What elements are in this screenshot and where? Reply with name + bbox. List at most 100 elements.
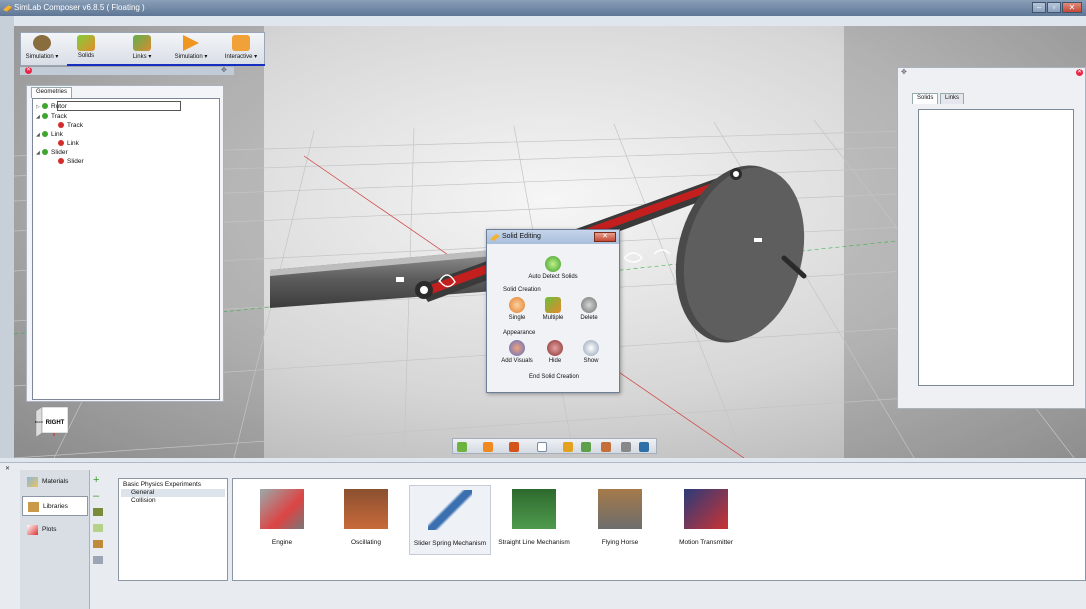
auto-detect-icon xyxy=(545,256,561,272)
solids-links-panel: ✥ ✕ Solids Links xyxy=(897,67,1086,409)
ribbon-interactive-button[interactable]: Interactive ▾ xyxy=(219,35,263,65)
tree-item-slider[interactable]: ◢ Slider xyxy=(36,148,68,157)
export-icon[interactable] xyxy=(93,524,103,532)
app-logo-icon xyxy=(3,5,12,12)
libraries-icon xyxy=(28,502,39,512)
ribbon-label: Solids xyxy=(77,53,95,59)
view-cube[interactable]: RIGHT BACK xyxy=(34,405,70,437)
pin-icon[interactable]: ✥ xyxy=(221,67,229,74)
ribbon-label: Simulation xyxy=(25,54,54,60)
tab-geometries[interactable]: Geometries xyxy=(31,87,73,98)
grid-icon[interactable] xyxy=(621,442,631,452)
tree-item-link[interactable]: ◢ Link xyxy=(36,130,63,139)
tab-links[interactable]: Links xyxy=(940,93,965,104)
bottom-tabs: Materials Libraries Plots xyxy=(20,470,90,609)
close-panel-icon[interactable]: ✕ xyxy=(25,67,32,74)
library-item-oscillating[interactable]: Oscillating xyxy=(325,485,407,555)
library-item-engine[interactable]: Engine xyxy=(241,485,323,555)
show-button[interactable]: Show xyxy=(575,340,607,364)
geometries-tree[interactable]: ▷ Rotor ◢ Track Track ◢ Link Link ◢ Slider S… xyxy=(32,98,220,400)
close-window-button[interactable]: ✕ xyxy=(1062,2,1082,13)
links-icon xyxy=(133,35,151,51)
flying-horse-thumbnail xyxy=(598,489,642,529)
delete-button[interactable]: Delete xyxy=(573,297,605,321)
ribbon-links-button[interactable]: Links ▾ xyxy=(121,35,163,65)
category-collision[interactable]: Collision xyxy=(121,497,225,505)
group-icon xyxy=(42,149,48,155)
single-button[interactable]: Single xyxy=(501,297,533,321)
end-solid-creation-button[interactable]: End Solid Creation xyxy=(517,374,591,380)
add-visuals-button[interactable]: Add Visuals xyxy=(497,340,537,364)
select-arrow-icon[interactable] xyxy=(537,442,547,452)
group-icon xyxy=(42,113,48,119)
library-item-straight-line-mechanism[interactable]: Straight Line Mechanism xyxy=(493,485,575,555)
share-icon[interactable] xyxy=(93,540,103,548)
library-item-slider-spring-mechanism[interactable]: Slider Spring Mechanism xyxy=(409,485,491,555)
floor-icon[interactable] xyxy=(601,442,611,452)
view-cube-front-label: RIGHT xyxy=(46,420,65,426)
close-library-icon[interactable]: ✕ xyxy=(4,466,11,473)
tree-item-rotor[interactable]: ▷ Rotor xyxy=(36,102,67,111)
tab-libraries[interactable]: Libraries xyxy=(22,496,88,516)
category-basic-physics[interactable]: Basic Physics Experiments xyxy=(121,481,225,489)
ribbon-label: Simulation xyxy=(174,54,203,60)
group-icon xyxy=(42,131,48,137)
snap-icon[interactable] xyxy=(563,442,573,452)
ribbon-simulation-play-button[interactable]: Simulation ▾ xyxy=(169,35,213,65)
solids-list[interactable] xyxy=(918,109,1074,386)
section-solid-creation: Solid Creation xyxy=(503,287,541,293)
material-icon[interactable] xyxy=(509,442,519,452)
display-mode-icon[interactable] xyxy=(457,442,467,452)
library-items[interactable]: Engine Oscillating Slider Spring Mechani… xyxy=(232,478,1086,581)
oscillating-thumbnail xyxy=(344,489,388,529)
simulation-icon xyxy=(33,35,51,51)
solid-editing-dialog: Solid Editing ✕ Auto Detect Solids Solid… xyxy=(486,229,620,393)
add-icon[interactable]: + xyxy=(93,475,103,486)
view-options-icon[interactable] xyxy=(93,556,103,564)
interactive-icon xyxy=(232,35,250,51)
library-item-motion-transmitter[interactable]: Motion Transmitter xyxy=(665,485,747,555)
library-item-flying-horse[interactable]: Flying Horse xyxy=(579,485,661,555)
ribbon-label: Links xyxy=(132,54,147,60)
close-panel-icon[interactable]: ✕ xyxy=(1076,69,1083,76)
ribbon-solids-button[interactable]: Solids xyxy=(69,35,103,65)
bottom-scrollbar[interactable] xyxy=(118,591,1086,603)
remove-icon[interactable]: – xyxy=(93,491,103,502)
straight-line-thumbnail xyxy=(512,489,556,529)
solid-icon xyxy=(58,140,64,146)
dialog-titlebar: Solid Editing ✕ xyxy=(487,230,619,244)
hide-icon xyxy=(547,340,563,356)
tree-item-track[interactable]: ◢ Track xyxy=(36,112,67,121)
viewport-toolbar xyxy=(452,438,657,454)
dialog-title: Solid Editing xyxy=(502,233,541,240)
section-appearance: Appearance xyxy=(503,330,536,336)
tab-plots[interactable]: Plots xyxy=(22,520,88,540)
category-list[interactable]: Basic Physics Experiments General Collis… xyxy=(118,478,228,581)
multiple-solids-icon xyxy=(545,297,561,313)
tab-solids[interactable]: Solids xyxy=(912,93,939,104)
maximize-button[interactable]: ▫ xyxy=(1047,2,1061,13)
ribbon-simulation-menu[interactable]: Simulation ▾ xyxy=(25,35,59,65)
render-icon[interactable] xyxy=(639,442,649,452)
play-icon xyxy=(183,35,199,51)
tab-materials[interactable]: Materials xyxy=(22,472,88,492)
tree-item-link-solid[interactable]: Link xyxy=(58,139,79,148)
zoom-icon[interactable] xyxy=(581,442,591,452)
ribbon-label: Interactive xyxy=(224,54,253,60)
slider-spring-thumbnail xyxy=(428,490,472,530)
dialog-close-button[interactable]: ✕ xyxy=(594,232,616,242)
import-icon[interactable] xyxy=(93,508,103,516)
pin-icon[interactable]: ✥ xyxy=(901,69,909,76)
multiple-button[interactable]: Multiple xyxy=(537,297,569,321)
tree-item-slider-solid[interactable]: Slider xyxy=(58,157,84,166)
hide-button[interactable]: Hide xyxy=(539,340,571,364)
shading-icon[interactable] xyxy=(483,442,493,452)
materials-icon xyxy=(27,477,38,487)
minimize-button[interactable]: – xyxy=(1032,2,1046,13)
solid-icon xyxy=(58,158,64,164)
category-general[interactable]: General xyxy=(121,489,225,497)
tree-item-track-solid[interactable]: Track xyxy=(58,121,83,130)
plots-icon xyxy=(27,525,38,535)
auto-detect-solids-button[interactable]: Auto Detect Solids xyxy=(523,256,583,280)
ribbon-toolbar: Simulation ▾ Solids Links ▾ Simulation ▾… xyxy=(20,32,265,66)
